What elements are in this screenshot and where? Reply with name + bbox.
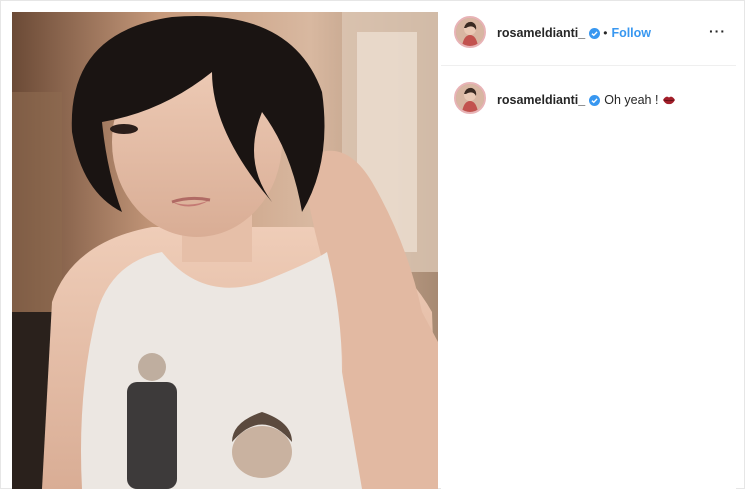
more-options-icon[interactable]: ··· bbox=[709, 23, 726, 39]
verified-badge-icon bbox=[589, 27, 601, 39]
header-user: rosameldianti_ • Follow bbox=[497, 26, 651, 40]
post-image bbox=[12, 12, 438, 489]
post-header: rosameldianti_ • Follow ··· bbox=[441, 12, 736, 66]
instagram-post-embed: rosameldianti_ • Follow ··· rosameldiant… bbox=[0, 0, 745, 489]
caption-text-row: rosameldianti_ Oh yeah ! bbox=[497, 93, 676, 107]
separator-dot: • bbox=[603, 26, 608, 40]
lips-icon bbox=[663, 96, 676, 105]
post-side-panel: rosameldianti_ • Follow ··· rosameldiant… bbox=[441, 12, 736, 489]
avatar[interactable] bbox=[454, 16, 486, 48]
caption-avatar[interactable] bbox=[454, 82, 486, 114]
verified-badge-icon bbox=[589, 94, 601, 106]
caption-text: Oh yeah ! bbox=[604, 93, 659, 107]
follow-button[interactable]: Follow bbox=[611, 26, 651, 40]
post-photo[interactable] bbox=[12, 12, 438, 489]
avatar-image bbox=[456, 18, 484, 46]
caption-username[interactable]: rosameldianti_ bbox=[497, 93, 585, 107]
username-link[interactable]: rosameldianti_ bbox=[497, 26, 585, 40]
avatar-image bbox=[456, 84, 484, 112]
